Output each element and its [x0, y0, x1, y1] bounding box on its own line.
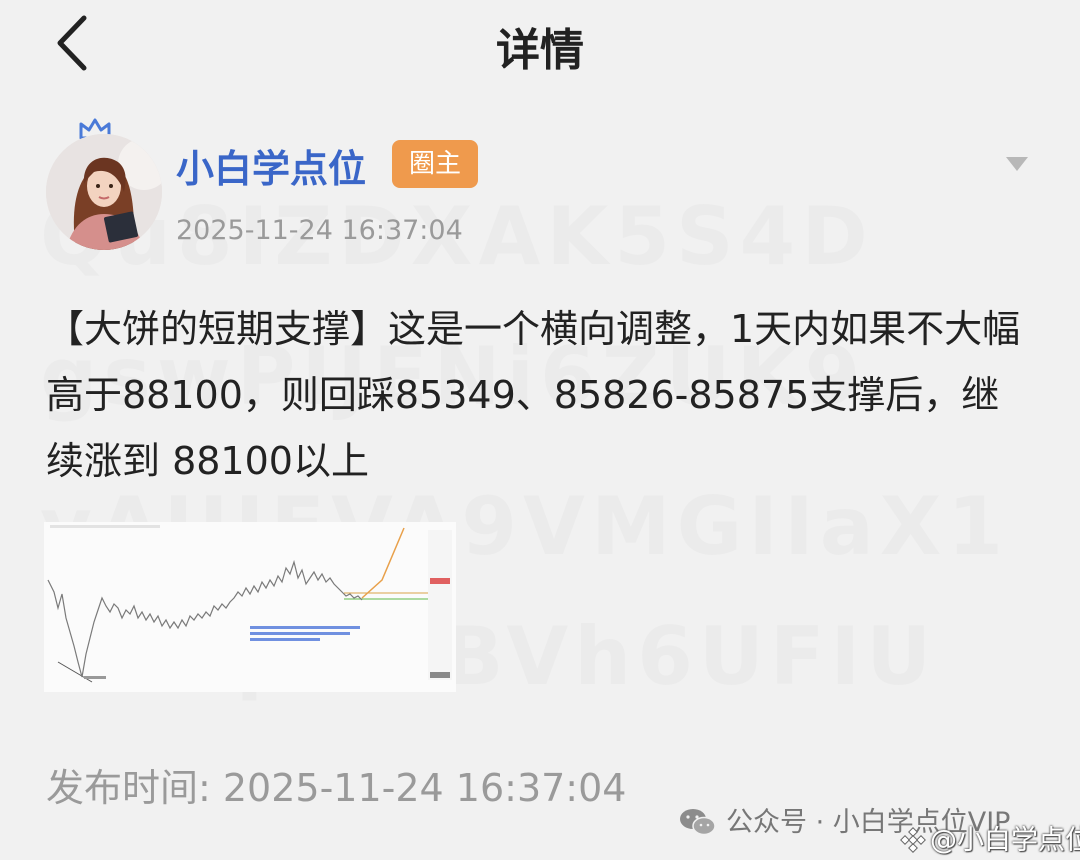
wechat-icon: [680, 809, 716, 836]
attached-chart-image[interactable]: [44, 522, 456, 692]
avatar[interactable]: [46, 134, 162, 250]
image-watermark: @小白学点位: [900, 818, 1080, 857]
binance-icon: [900, 827, 926, 853]
dropdown-caret-icon: [1006, 157, 1028, 171]
post-timestamp: 2025-11-24 16:37:04: [176, 215, 463, 246]
page-title: 详情: [496, 25, 584, 76]
author-name[interactable]: 小白学点位: [176, 138, 366, 193]
author-badge: 圈主: [392, 140, 478, 188]
more-options-button[interactable]: [1004, 155, 1030, 173]
watermark-text: @小白学点位: [930, 825, 1080, 856]
author-avatar-wrapper[interactable]: [46, 118, 164, 250]
publish-time: 发布时间: 2025-11-24 16:37:04: [46, 766, 627, 810]
post-content: 【大饼的短期支撑】这是一个横向调整，1天内如果不大幅高于88100，则回踩853…: [46, 307, 1021, 483]
top-navigation-bar: 详情: [0, 0, 1080, 90]
